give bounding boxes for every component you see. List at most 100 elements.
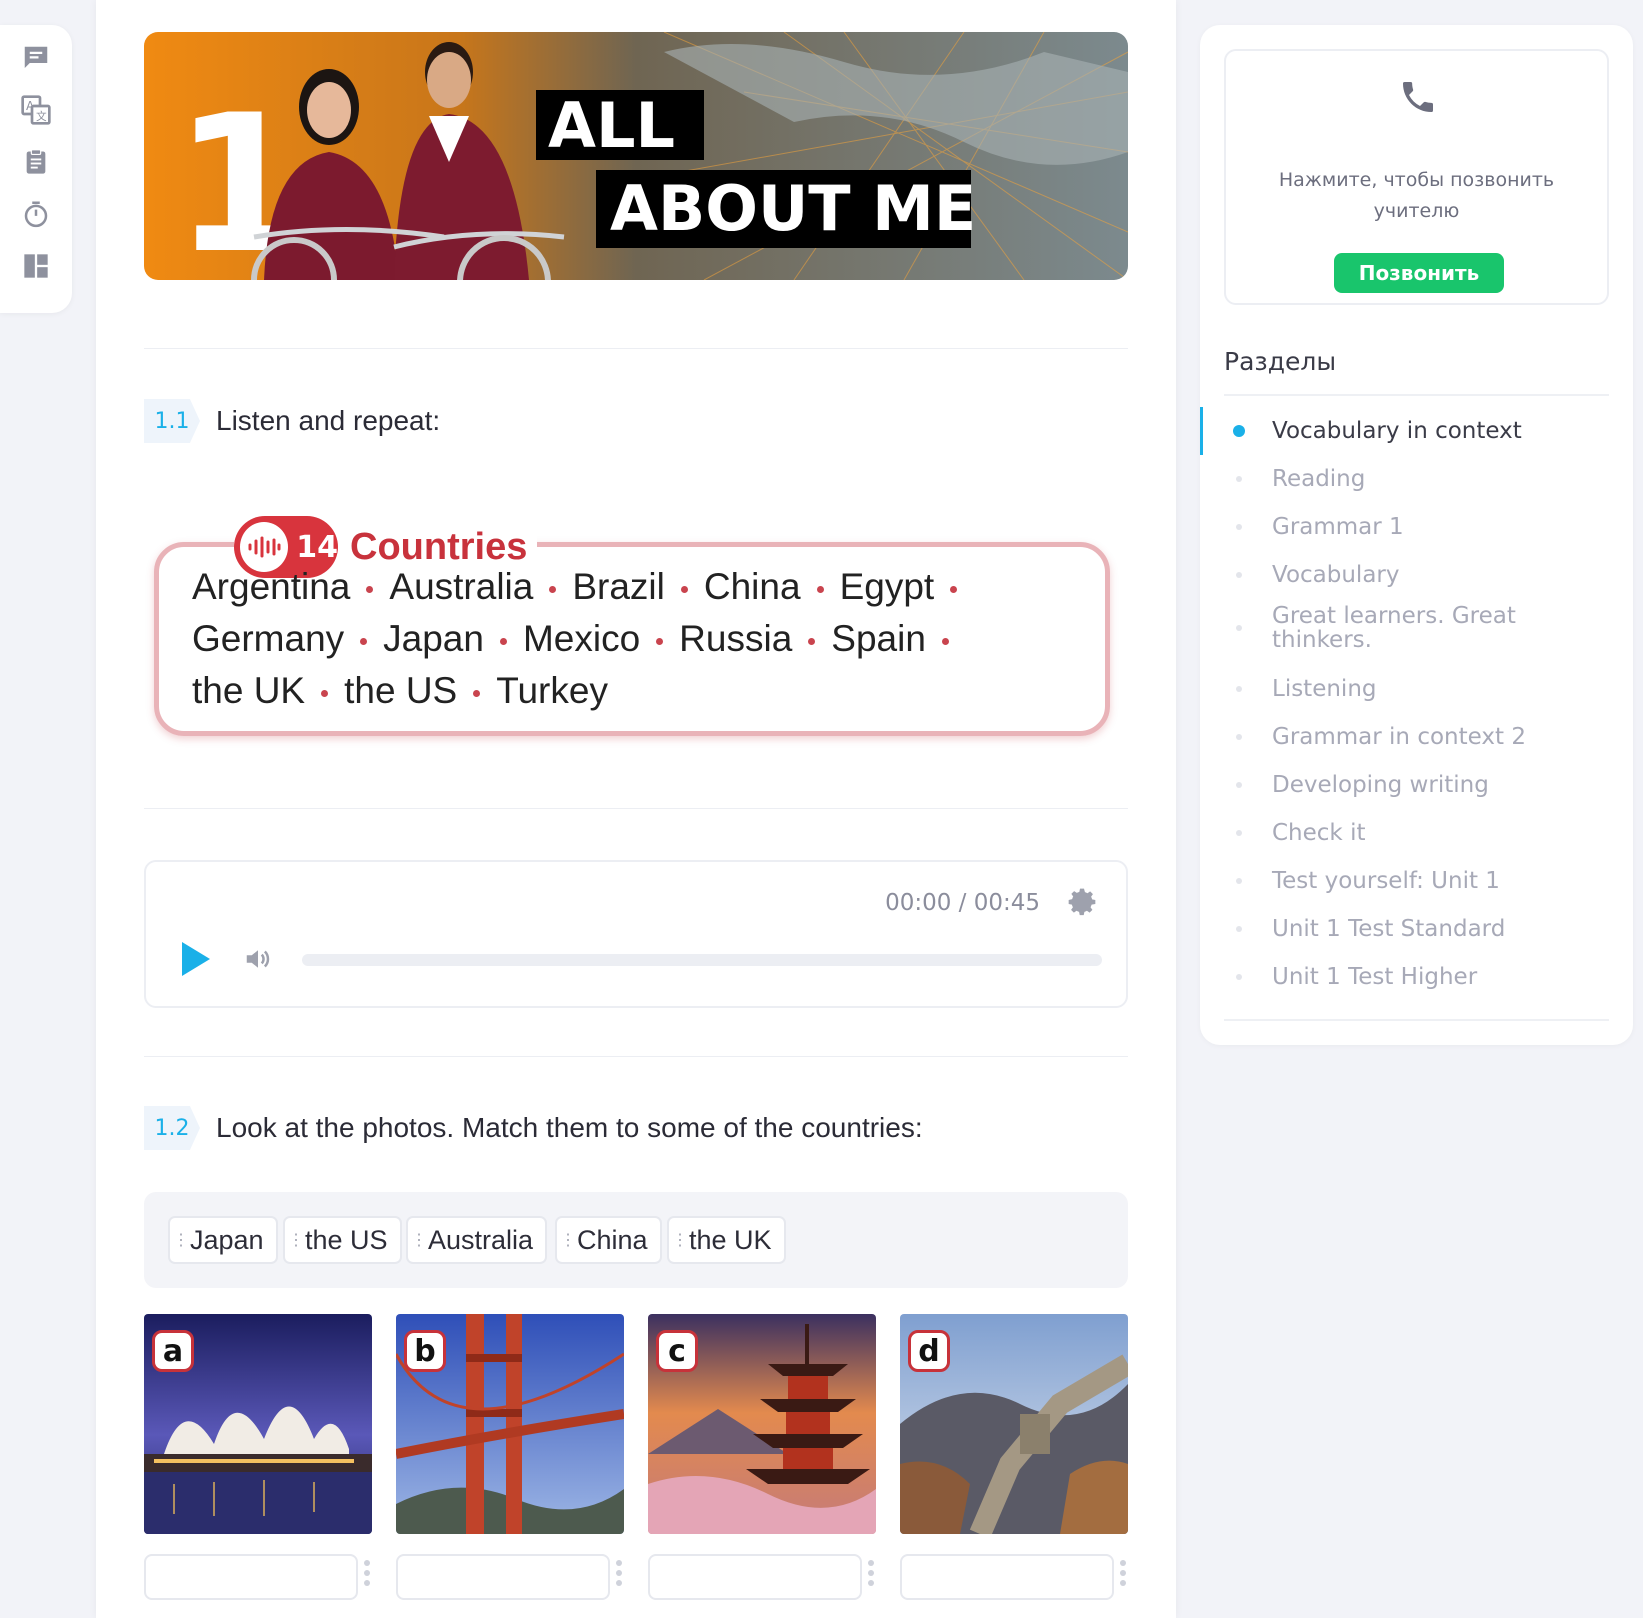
country-name: Spain [831, 618, 926, 659]
country-name: the US [344, 670, 458, 711]
sidebar-panel: Нажмите, чтобы позвонить учителю Позвони… [1200, 25, 1633, 1045]
separator-dot [816, 585, 824, 593]
exercise-title: Listen and repeat: [216, 405, 441, 436]
photo-c-japanese-pagoda: c [648, 1314, 876, 1534]
divider [1224, 394, 1609, 396]
section-item[interactable]: Great learners. Great thinkers. [1200, 599, 1633, 657]
drag-handle[interactable] [1118, 1560, 1128, 1586]
drag-grip-icon[interactable]: ⋮ [408, 1230, 428, 1250]
bullet-icon [1236, 572, 1242, 578]
call-button[interactable]: Позвонить [1334, 253, 1504, 293]
clipboard-icon[interactable] [17, 143, 55, 181]
volume-icon[interactable] [242, 944, 274, 978]
section-item[interactable]: Unit 1 Test Standard [1200, 905, 1633, 953]
drag-handle[interactable] [866, 1560, 876, 1586]
separator-dot [473, 689, 481, 697]
section-item[interactable]: Developing writing [1200, 761, 1633, 809]
answer-chip[interactable]: ⋮ the US [283, 1216, 402, 1264]
chat-icon[interactable] [17, 39, 55, 77]
call-teacher-text: Нажмите, чтобы позвонить учителю [1278, 169, 1555, 222]
section-label: Vocabulary in context [1272, 418, 1522, 444]
phone-icon [1398, 77, 1438, 121]
unit-banner: 1 ALL ABOUT ME [144, 32, 1128, 280]
bullet-icon [1236, 782, 1242, 788]
photo-label: d [908, 1330, 950, 1372]
section-item[interactable]: Check it [1200, 809, 1633, 857]
exercise-header-1-2: 1.2 Look at the photos. Match them to so… [144, 1106, 923, 1150]
section-item[interactable]: Reading [1200, 455, 1633, 503]
country-name: Argentina [192, 566, 351, 607]
bullet-icon [1236, 974, 1242, 980]
country-name: Japan [383, 618, 484, 659]
countries-line: Argentina Australia Brazil China Egypt [192, 566, 1092, 618]
bullet-icon [1236, 625, 1242, 631]
country-name: Australia [389, 566, 534, 607]
drag-handle[interactable] [362, 1560, 372, 1586]
call-teacher-card: Нажмите, чтобы позвонить учителю Позвони… [1224, 49, 1609, 305]
section-label: Reading [1272, 466, 1366, 492]
answer-chip-bank: ⋮ Japan ⋮ the US ⋮ Australia ⋮ China ⋮ the UK [144, 1192, 1128, 1288]
layout-icon[interactable] [17, 247, 55, 285]
country-name: Mexico [522, 618, 641, 659]
banner-title-line1: ALL [548, 89, 675, 162]
bullet-icon [1236, 878, 1242, 884]
answer-chip[interactable]: ⋮ the UK [667, 1216, 786, 1264]
separator-dot [549, 585, 557, 593]
bullet-icon [1236, 926, 1242, 932]
section-item[interactable]: Test yourself: Unit 1 [1200, 857, 1633, 905]
bullet-icon [1236, 476, 1242, 482]
answer-chip[interactable]: ⋮ Japan [168, 1216, 278, 1264]
play-button[interactable] [180, 940, 212, 982]
answer-chip[interactable]: ⋮ Australia [406, 1216, 548, 1264]
countries-line: the UK the US Turkey [192, 670, 1092, 722]
answer-field-c[interactable] [648, 1554, 862, 1600]
soundwave-icon [240, 522, 289, 572]
audio-progress-track[interactable] [302, 954, 1102, 966]
separator-dot [950, 585, 958, 593]
audio-time: 00:00 / 00:45 [885, 890, 1040, 916]
translate-icon[interactable]: A文 [17, 91, 55, 129]
exercise-header-1-1: 1.1 Listen and repeat: [144, 399, 440, 443]
drag-handle[interactable] [614, 1560, 624, 1586]
answer-chip[interactable]: ⋮ China [555, 1216, 662, 1264]
gear-icon[interactable] [1066, 886, 1098, 922]
separator-dot [499, 637, 507, 645]
photo-label: c [656, 1330, 698, 1372]
drag-grip-icon[interactable]: ⋮ [669, 1230, 689, 1250]
banner-title-line2: ABOUT ME [610, 172, 976, 245]
exercise-number: 1.1 [144, 399, 200, 443]
countries-line: Germany Japan Mexico Russia Spain [192, 618, 1092, 670]
section-item[interactable]: Listening [1200, 665, 1633, 713]
bullet-icon [1236, 524, 1242, 530]
photo-label: b [404, 1330, 446, 1372]
answer-field-b[interactable] [396, 1554, 610, 1600]
answer-field-a[interactable] [144, 1554, 358, 1600]
svg-text:文: 文 [36, 110, 47, 123]
answer-field-d[interactable] [900, 1554, 1114, 1600]
drag-grip-icon[interactable]: ⋮ [557, 1230, 577, 1250]
photo-b-golden-gate-bridge: b [396, 1314, 624, 1534]
section-item[interactable]: Grammar in context 2 [1200, 713, 1633, 761]
exercise-number: 1.2 [144, 1106, 200, 1150]
separator-dot [941, 637, 949, 645]
sections-title: Разделы [1224, 347, 1337, 376]
bullet-icon [1236, 734, 1242, 740]
section-item[interactable]: Grammar 1 [1200, 503, 1633, 551]
country-name: Brazil [572, 566, 665, 607]
photo-label: a [152, 1330, 194, 1372]
drag-grip-icon[interactable]: ⋮ [285, 1230, 305, 1250]
section-label: Great learners. Great thinkers. [1272, 603, 1516, 653]
country-name: Germany [192, 618, 345, 659]
section-label: Grammar in context 2 [1272, 724, 1526, 750]
chip-label: the UK [689, 1224, 772, 1255]
section-label: Unit 1 Test Standard [1272, 916, 1506, 942]
bullet-icon [1236, 830, 1242, 836]
separator-dot [656, 637, 664, 645]
drag-grip-icon[interactable]: ⋮ [170, 1230, 190, 1250]
section-item[interactable]: Unit 1 Test Higher [1200, 953, 1633, 1001]
country-name: Russia [679, 618, 793, 659]
timer-icon[interactable] [17, 195, 55, 233]
section-item[interactable]: Vocabulary in context [1200, 407, 1633, 455]
tool-rail: A文 [0, 25, 72, 313]
section-item[interactable]: Vocabulary [1200, 551, 1633, 599]
